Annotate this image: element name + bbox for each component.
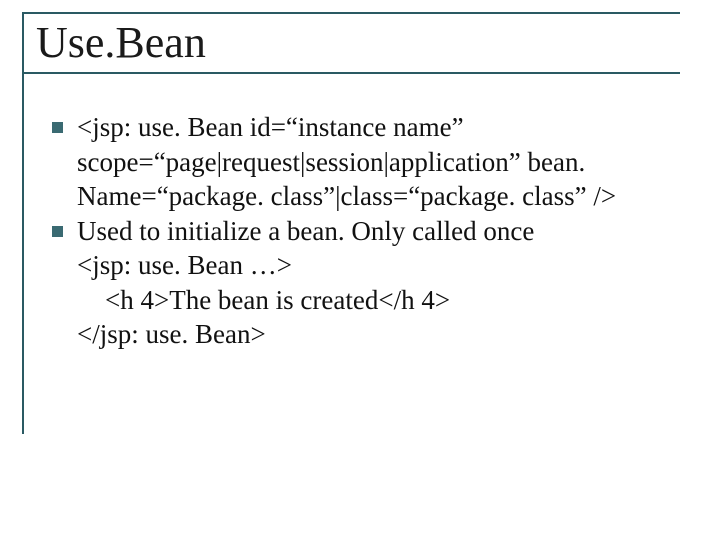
square-bullet-icon bbox=[52, 122, 63, 133]
code-line-3: </jsp: use. Bean> bbox=[77, 317, 672, 352]
code-line: <h 4>The bean is created</h 4> bbox=[52, 283, 672, 318]
left-accent-rule bbox=[22, 14, 24, 434]
code-line-2: <h 4>The bean is created</h 4> bbox=[77, 283, 672, 318]
bullet-text-2: Used to initialize a bean. Only called o… bbox=[77, 214, 672, 249]
slide-title: Use.Bean bbox=[30, 18, 680, 72]
bullet-item: <jsp: use. Bean id=“instance name” scope… bbox=[52, 110, 672, 214]
title-bottom-rule bbox=[22, 72, 680, 74]
slide-body: <jsp: use. Bean id=“instance name” scope… bbox=[52, 110, 672, 352]
bullet-text-1: <jsp: use. Bean id=“instance name” scope… bbox=[77, 110, 672, 214]
code-line: </jsp: use. Bean> bbox=[52, 317, 672, 352]
slide: Use.Bean <jsp: use. Bean id=“instance na… bbox=[0, 0, 720, 540]
title-block: Use.Bean bbox=[30, 12, 680, 74]
code-line: <jsp: use. Bean …> bbox=[52, 248, 672, 283]
square-bullet-icon bbox=[52, 226, 63, 237]
bullet-item: Used to initialize a bean. Only called o… bbox=[52, 214, 672, 249]
code-line-1: <jsp: use. Bean …> bbox=[77, 248, 672, 283]
